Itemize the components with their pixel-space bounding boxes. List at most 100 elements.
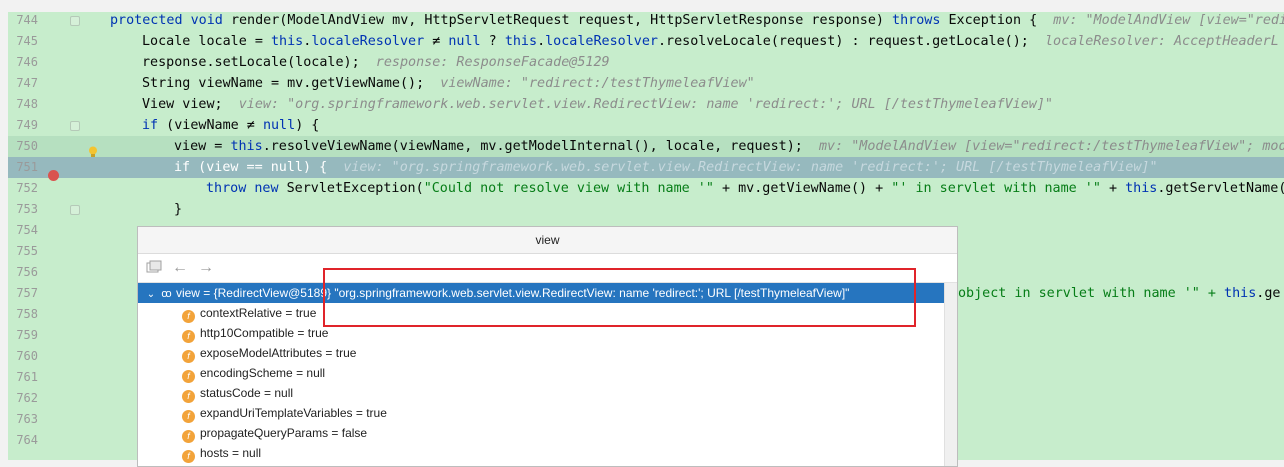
code-token: . xyxy=(537,34,546,49)
watch-glasses-icon: oo xyxy=(161,288,171,300)
code-line[interactable]: 746 response.setLocale(locale); response:… xyxy=(8,52,1284,73)
keyword-token: if xyxy=(142,118,159,133)
root-var-name: view xyxy=(175,286,200,300)
inline-debug-value: mv: "ModelAndView [view="redirect:/testT… xyxy=(818,139,1284,154)
code-line[interactable]: 752 throw new ServletException("Could not… xyxy=(8,178,1284,199)
code-text: object in servlet with name '" + this.ge xyxy=(958,283,1280,304)
code-token: Exception { xyxy=(948,13,1054,28)
tree-field-row[interactable]: f statusCode = null xyxy=(138,383,944,403)
code-text: if (view == null) { view: "org.springfra… xyxy=(174,157,1158,178)
field-name: propagateQueryParams xyxy=(200,426,329,440)
code-line[interactable]: 751 if (view == null) { view: "org.spring… xyxy=(8,157,1284,178)
inline-debug-value: mv: "ModelAndView [view="redi xyxy=(1053,13,1284,28)
code-line[interactable]: 750 view = this.resolveViewName(viewName,… xyxy=(8,136,1284,157)
field-value: = false xyxy=(328,426,368,440)
field-value: = null xyxy=(292,366,326,380)
code-token: ServletException( xyxy=(286,181,424,196)
keyword-token: localeResolver xyxy=(545,34,658,49)
field-name: hosts xyxy=(200,446,229,460)
field-name: http10Compatible xyxy=(200,326,295,340)
keyword-token: protected void xyxy=(110,13,231,28)
code-token: View view; xyxy=(142,97,239,112)
string-token: "' in servlet with name '" xyxy=(891,181,1101,196)
field-value: = true xyxy=(352,406,387,420)
field-name: encodingScheme xyxy=(200,366,293,380)
code-token: .resolveLocale(request) : request.getLoc… xyxy=(658,34,1045,49)
keyword-token: this xyxy=(1125,181,1158,196)
code-token: ≠ xyxy=(424,34,449,49)
field-name: statusCode xyxy=(200,386,261,400)
string-token: object in servlet with name '" + xyxy=(958,286,1225,301)
field-icon: f xyxy=(182,350,195,363)
code-token: } xyxy=(174,202,183,217)
code-text: String viewName = mv.getViewName(); view… xyxy=(142,73,755,94)
code-token: (viewName ≠ xyxy=(158,118,263,133)
line-number: 760 xyxy=(16,349,38,363)
field-value: = null xyxy=(228,446,262,460)
popup-title: view xyxy=(138,227,957,254)
code-line[interactable]: 747 String viewName = mv.getViewName(); v… xyxy=(8,73,1284,94)
string-token: "Could not resolve view with name '" xyxy=(423,181,714,196)
forward-icon[interactable]: → xyxy=(198,260,214,276)
field-icon: f xyxy=(182,310,195,323)
line-number: 758 xyxy=(16,307,38,321)
code-token: String viewName = mv.getViewName(); xyxy=(142,76,441,91)
inline-debug-value: response: ResponseFacade@5129 xyxy=(375,55,610,70)
annotation-highlight-box xyxy=(323,268,916,327)
code-token: ) { xyxy=(303,160,344,175)
variable-inspector-popup[interactable]: view ← → ⌄ oo view = {RedirectView@5189}… xyxy=(137,226,958,467)
code-line[interactable]: 748 View view; view: "org.springframework… xyxy=(8,94,1284,115)
code-token: ? xyxy=(480,34,505,49)
inline-debug-value: localeResolver: AcceptHeaderL xyxy=(1044,34,1279,49)
line-number: 747 xyxy=(16,76,38,90)
line-number: 756 xyxy=(16,265,38,279)
code-line[interactable]: 753} xyxy=(8,199,1284,220)
line-number: 745 xyxy=(16,34,38,48)
field-name: expandUriTemplateVariables xyxy=(200,406,353,420)
line-number: 750 xyxy=(16,139,38,153)
breakpoint-icon[interactable] xyxy=(48,170,59,181)
keyword-token: this xyxy=(271,34,304,49)
line-number: 751 xyxy=(16,160,38,174)
inline-debug-value: view: "org.springframework.web.servlet.v… xyxy=(238,97,1053,112)
code-text: throw new ServletException("Could not re… xyxy=(206,178,1284,199)
code-text: if (viewName ≠ null) { xyxy=(142,115,319,136)
line-number: 753 xyxy=(16,202,38,216)
code-token: (view == xyxy=(190,160,271,175)
lightbulb-icon[interactable] xyxy=(88,143,98,157)
fold-icon[interactable] xyxy=(70,121,80,131)
line-number: 762 xyxy=(16,391,38,405)
field-value: = true xyxy=(322,346,357,360)
code-text: } xyxy=(174,199,182,220)
fold-icon[interactable] xyxy=(70,16,80,26)
line-number: 755 xyxy=(16,244,38,258)
field-icon: f xyxy=(182,410,195,423)
field-icon: f xyxy=(182,430,195,443)
tree-field-row[interactable]: f exposeModelAttributes = true xyxy=(138,343,944,363)
line-number: 746 xyxy=(16,55,38,69)
line-number: 744 xyxy=(16,13,38,27)
code-text: view = this.resolveViewName(viewName, mv… xyxy=(174,136,1284,157)
inline-debug-value: view: "org.springframework.web.servlet.v… xyxy=(343,160,1158,175)
field-name: contextRelative xyxy=(200,306,283,320)
line-number: 749 xyxy=(16,118,38,132)
code-token: response.setLocale(locale); xyxy=(142,55,376,70)
code-line[interactable]: 749 if (viewName ≠ null) { xyxy=(8,115,1284,136)
tree-field-row[interactable]: f encodingScheme = null xyxy=(138,363,944,383)
code-line[interactable]: 744 protected void render(ModelAndView mv… xyxy=(8,12,1284,31)
code-token: render(ModelAndView mv, HttpServletReque… xyxy=(230,13,893,28)
code-line[interactable]: 745 Locale locale = this.localeResolver ≠… xyxy=(8,31,1284,52)
tree-field-row[interactable]: f hosts = null xyxy=(138,443,944,463)
field-value: = true xyxy=(282,306,317,320)
field-icon: f xyxy=(182,450,195,463)
fold-icon[interactable] xyxy=(70,205,80,215)
expand-arrow-icon[interactable]: ⌄ xyxy=(144,285,158,305)
tree-field-row[interactable]: f expandUriTemplateVariables = true xyxy=(138,403,944,423)
line-number: 763 xyxy=(16,412,38,426)
watch-icon[interactable] xyxy=(146,260,162,278)
keyword-token: null xyxy=(262,118,296,133)
scrollbar[interactable] xyxy=(944,283,957,466)
back-icon[interactable]: ← xyxy=(172,260,188,276)
line-number: 757 xyxy=(16,286,38,300)
tree-field-row[interactable]: f propagateQueryParams = false xyxy=(138,423,944,443)
